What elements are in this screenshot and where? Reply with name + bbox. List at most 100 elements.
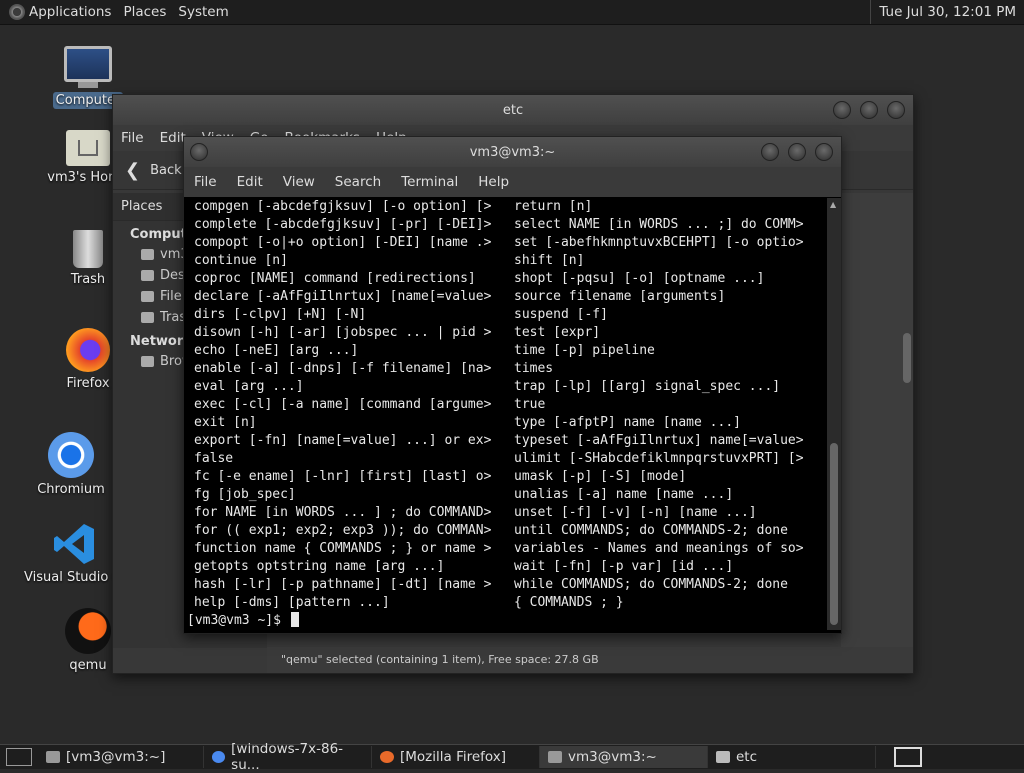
terminal-line: continue [n] [194, 253, 288, 268]
terminal-icon [46, 751, 60, 763]
qemu-icon [65, 608, 111, 654]
terminal-line: compopt [-o|+o option] [-DEI] [name .> [194, 235, 492, 250]
applications-menu[interactable]: Applications [25, 4, 119, 20]
terminal-line: for (( exp1; exp2; exp3 )); do COMMAN> [194, 523, 492, 538]
terminal-line: for NAME [in WORDS ... ] ; do COMMAND> [194, 505, 492, 520]
menu-help[interactable]: Help [468, 174, 519, 190]
menu-file[interactable]: File [113, 130, 152, 146]
terminal-line: enable [-a] [-dnps] [-f filename] [na> [194, 361, 492, 376]
top-panel: Applications Places System Tue Jul 30, 1… [0, 0, 1024, 25]
task-label: [vm3@vm3:~] [66, 749, 166, 765]
task-terminal-1[interactable]: [vm3@vm3:~] [38, 746, 204, 768]
terminal-line: exit [n] [194, 415, 257, 430]
terminal-line: test [expr] [514, 325, 601, 340]
terminal-line: ulimit [-SHabcdefiklmnpqrstuvxPRT] [> [514, 451, 804, 466]
terminal-line: source filename [arguments] [514, 289, 726, 304]
terminal-line: dirs [-clpv] [+N] [-N] [194, 307, 367, 322]
terminal-line: unalias [-a] name [name ...] [514, 487, 734, 502]
places-menu[interactable]: Places [119, 4, 174, 20]
terminal-output[interactable]: compgen [-abcdefgjksuv] [-o option] [> co… [184, 198, 824, 630]
maximize-button[interactable] [860, 101, 878, 119]
terminal-line: variables - Names and meanings of so> [514, 541, 804, 556]
file-view-scrollbar[interactable] [903, 333, 911, 383]
menu-view[interactable]: View [273, 174, 325, 190]
prompt-line[interactable]: [vm3@vm3 ~]$ [187, 612, 299, 630]
terminal-line: select NAME [in WORDS ... ;] do COMM> [514, 217, 804, 232]
maximize-button[interactable] [788, 143, 806, 161]
minimize-button[interactable] [833, 101, 851, 119]
terminal-icon [548, 751, 562, 763]
help-column-left: compgen [-abcdefgjksuv] [-o option] [> co… [194, 198, 491, 612]
minimize-button[interactable] [761, 143, 779, 161]
help-column-right: return [n] select NAME [in WORDS ... ;] d… [514, 198, 804, 612]
window-title: vm3@vm3:~ [469, 144, 556, 160]
terminal-line: time [-p] pipeline [514, 343, 655, 358]
status-bar: "qemu" selected (containing 1 item), Fre… [267, 647, 913, 673]
terminal-line: suspend [-f] [514, 307, 608, 322]
window-menu-button[interactable] [190, 143, 208, 161]
terminal-window: vm3@vm3:~ File Edit View Search Terminal… [183, 136, 842, 634]
trash-icon [141, 312, 154, 323]
back-button[interactable]: ❮ Back [113, 160, 182, 181]
terminal-line: help [-dms] [pattern ...] [194, 595, 390, 610]
distro-logo-icon[interactable] [9, 4, 25, 20]
window-title: etc [502, 102, 524, 118]
terminal-line: fc [-e ename] [-lnr] [first] [last] o> [194, 469, 492, 484]
terminal-line: return [n] [514, 199, 593, 214]
task-label: [Mozilla Firefox] [400, 749, 507, 765]
scrollbar-thumb[interactable] [830, 443, 838, 625]
terminal-scrollbar[interactable]: ▲ [827, 198, 841, 630]
desktop-icon [141, 270, 154, 281]
network-icon [141, 356, 154, 367]
terminal-line: export [-fn] [name[=value] ...] or ex> [194, 433, 492, 448]
terminal-line: { COMMANDS ; } [514, 595, 624, 610]
firefox-icon [380, 751, 394, 763]
terminal-line: eval [arg ...] [194, 379, 304, 394]
clock[interactable]: Tue Jul 30, 12:01 PM [870, 0, 1024, 24]
terminal-line: typeset [-aAfFgiIlnrtux] name[=value> [514, 433, 804, 448]
terminal-line: shift [n] [514, 253, 585, 268]
terminal-titlebar[interactable]: vm3@vm3:~ [184, 137, 841, 167]
terminal-line: unset [-f] [-v] [-n] [name ...] [514, 505, 757, 520]
back-label: Back [150, 162, 182, 178]
file-manager-titlebar[interactable]: etc [113, 95, 913, 125]
menu-search[interactable]: Search [325, 174, 391, 190]
back-arrow-icon: ❮ [125, 159, 141, 181]
terminal-line: declare [-aAfFgiIlnrtux] [name[=value> [194, 289, 492, 304]
close-button[interactable] [887, 101, 905, 119]
folder-icon [716, 751, 730, 763]
task-firefox[interactable]: [Mozilla Firefox] [372, 746, 540, 768]
terminal-line: shopt [-pqsu] [-o] [optname ...] [514, 271, 765, 286]
task-terminal-2[interactable]: vm3@vm3:~ [540, 746, 708, 768]
show-desktop-button[interactable] [6, 748, 32, 766]
desktop-icon-label: Visual Studio Code [24, 570, 146, 585]
terminal-line: umask [-p] [-S] [mode] [514, 469, 687, 484]
desktop-chromium[interactable]: Chromium [21, 432, 121, 497]
terminal-line: coproc [NAME] command [redirections] [194, 271, 476, 286]
desktop-icon-label: Chromium [37, 482, 105, 497]
terminal-line: trap [-lp] [[arg] signal_spec ...] [514, 379, 781, 394]
shell-prompt: [vm3@vm3 ~]$ [187, 613, 281, 628]
terminal-menubar: File Edit View Search Terminal Help [184, 167, 841, 197]
firefox-icon [66, 328, 110, 372]
menu-edit[interactable]: Edit [227, 174, 273, 190]
system-menu[interactable]: System [174, 4, 236, 20]
scroll-up-icon[interactable]: ▲ [830, 200, 836, 209]
taskbar: [vm3@vm3:~] [windows-7x-86-su... [Mozill… [0, 741, 1024, 773]
task-chromium[interactable]: [windows-7x-86-su... [204, 741, 372, 773]
drive-icon [141, 291, 154, 302]
computer-icon [64, 46, 112, 82]
task-files[interactable]: etc [708, 746, 876, 768]
close-button[interactable] [815, 143, 833, 161]
task-label: vm3@vm3:~ [568, 749, 657, 765]
file-view[interactable] [841, 193, 913, 648]
task-label: [windows-7x-86-su... [231, 741, 344, 773]
menu-terminal[interactable]: Terminal [391, 174, 468, 190]
terminal-line: compgen [-abcdefgjksuv] [-o option] [> [194, 199, 492, 214]
terminal-line: complete [-abcdefgjksuv] [-pr] [-DEI]> [194, 217, 492, 232]
terminal-line: hash [-lr] [-p pathname] [-dt] [name > [194, 577, 492, 592]
menu-file[interactable]: File [184, 174, 227, 190]
desktop-vscode[interactable]: Visual Studio Code [24, 522, 146, 585]
workspace-switcher[interactable] [894, 747, 922, 767]
vscode-icon [52, 522, 96, 566]
